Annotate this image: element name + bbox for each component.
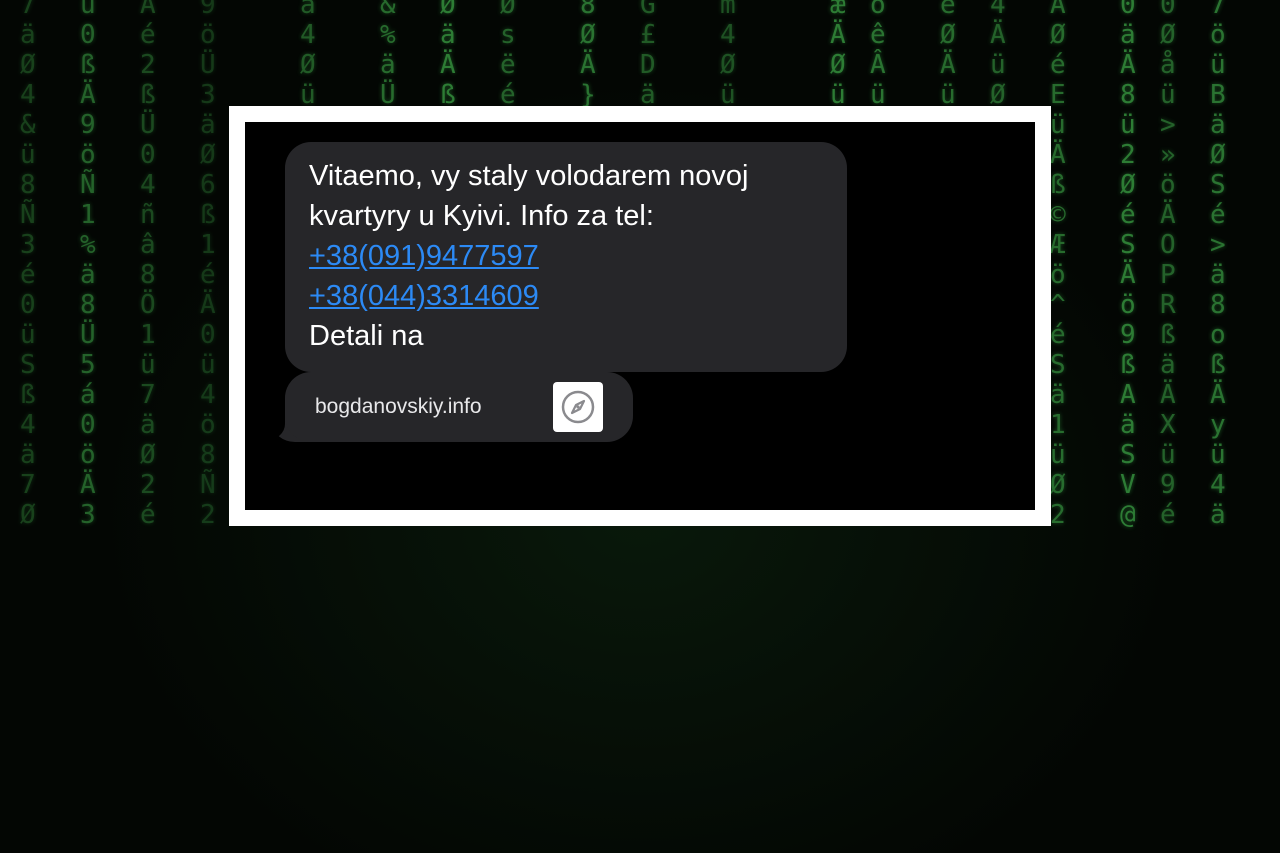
compass-icon[interactable] [553, 382, 603, 432]
screenshot-frame: Vitaemo, vy staly volodarem novoj kvarty… [229, 106, 1051, 526]
compass-icon-graphic [561, 390, 595, 424]
phone-link[interactable]: +38(044)3314609 [309, 276, 823, 316]
link-preview-bubble[interactable]: bogdanovskiy.info [285, 372, 633, 442]
incoming-message-bubble: Vitaemo, vy staly volodarem novoj kvarty… [285, 142, 847, 372]
link-preview-domain[interactable]: bogdanovskiy.info [315, 394, 482, 420]
message-line: Vitaemo, vy staly volodarem novoj [309, 160, 749, 192]
message-line: kvartyry u Kyivi. Info za tel: [309, 200, 654, 232]
messages-screen: Vitaemo, vy staly volodarem novoj kvarty… [245, 122, 1035, 510]
message-line: Detali na [309, 320, 424, 352]
phone-link[interactable]: +38(091)9477597 [309, 236, 823, 276]
